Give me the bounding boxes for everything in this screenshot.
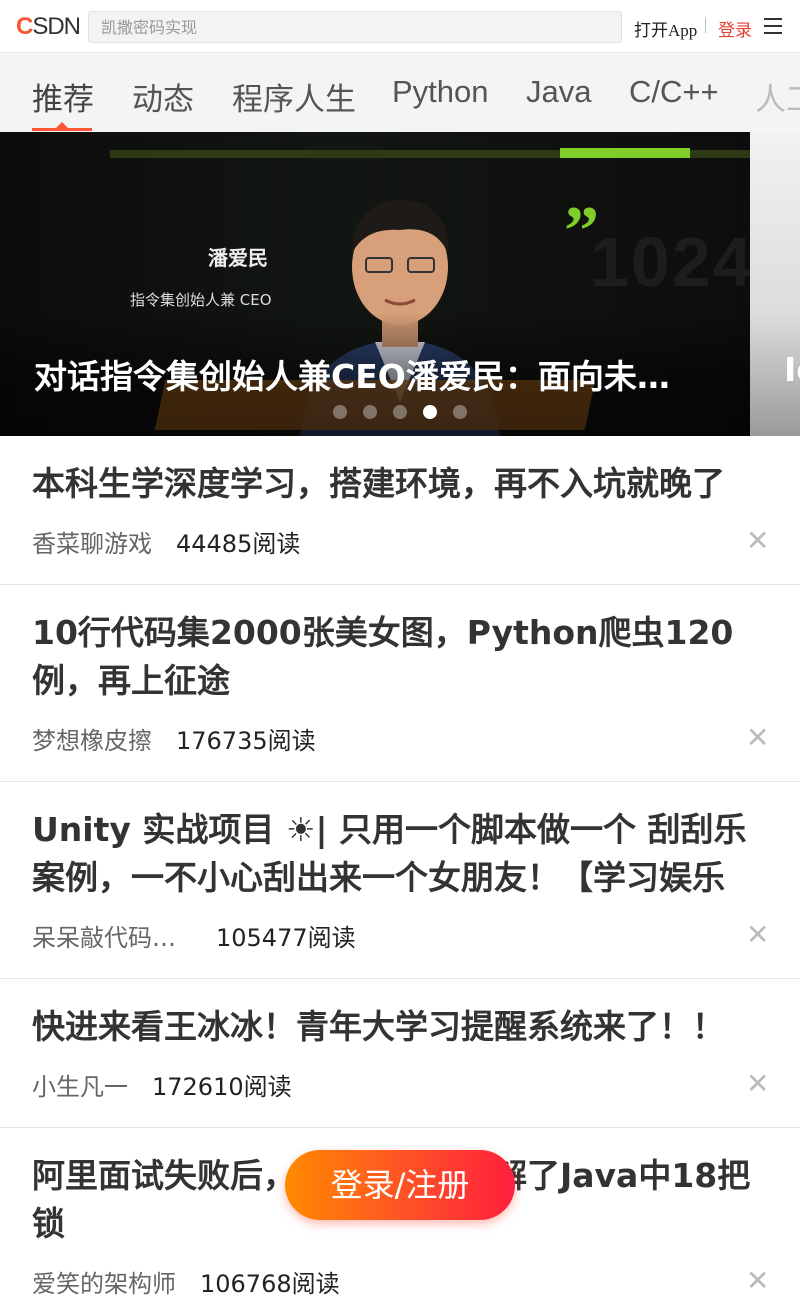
search-box[interactable] xyxy=(88,11,622,43)
next-banner-title[interactable]: Io xyxy=(784,350,800,389)
article-meta: 梦想橡皮擦 176735阅读 xyxy=(32,721,316,756)
list-item[interactable]: 本科生学深度学习，搭建环境，再不入坑就晚了 香菜聊游戏 44485阅读 ✕ xyxy=(0,436,800,585)
quote-mark-icon: ” xyxy=(564,193,599,270)
banner-person-name: 潘爱民 xyxy=(208,246,268,270)
banner-decoration xyxy=(560,148,690,158)
tab-python[interactable]: Python xyxy=(392,74,489,110)
tab-programmer-life[interactable]: 程序人生 xyxy=(232,74,356,119)
carousel-dot[interactable] xyxy=(333,405,347,419)
article-author[interactable]: 梦想橡皮擦 xyxy=(32,721,152,756)
article-reads: 176735阅读 xyxy=(176,727,316,755)
active-tab-underline xyxy=(32,128,92,131)
list-item[interactable]: 快进来看王冰冰！青年大学习提醒系统来了！！ 小生凡一 172610阅读 ✕ xyxy=(0,979,800,1128)
next-banner-slide[interactable] xyxy=(750,132,800,436)
banner-decoration: 1024 xyxy=(590,223,750,301)
tab-dynamic[interactable]: 动态 xyxy=(132,74,194,119)
tab-ai[interactable]: 人工 xyxy=(755,74,800,119)
tab-recommend[interactable]: 推荐 xyxy=(32,74,94,119)
banner-person-role: 指令集创始人兼 CEO xyxy=(130,291,272,309)
close-icon[interactable]: ✕ xyxy=(746,1067,769,1100)
csdn-logo[interactable]: CSDN xyxy=(16,13,81,41)
article-title[interactable]: Unity 实战项目 ☀| 只用一个脚本做一个 刮刮乐 案例，一不小心刮出来一个… xyxy=(32,806,768,902)
top-bar: CSDN 打开App 登录 xyxy=(0,0,800,53)
category-tabs: 推荐 动态 程序人生 Python Java C/C++ 人工 xyxy=(0,54,800,132)
article-meta: 呆呆敲代码… 105477阅读 xyxy=(32,918,356,953)
carousel-dot[interactable] xyxy=(363,405,377,419)
close-icon[interactable]: ✕ xyxy=(746,1264,769,1297)
list-item[interactable]: Unity 实战项目 ☀| 只用一个脚本做一个 刮刮乐 案例，一不小心刮出来一个… xyxy=(0,782,800,979)
article-meta: 小生凡一 172610阅读 xyxy=(32,1067,292,1102)
banner-carousel[interactable]: 1024 ” 潘爱民 指令集创始人兼 CEO 对话指令集创始人兼CEO潘爱民：面… xyxy=(0,132,800,436)
login-link[interactable]: 登录 xyxy=(718,16,752,41)
article-reads: 106768阅读 xyxy=(200,1270,340,1298)
tab-java[interactable]: Java xyxy=(526,74,591,110)
close-icon[interactable]: ✕ xyxy=(746,918,769,951)
open-app-link[interactable]: 打开App xyxy=(634,16,697,41)
article-reads: 44485阅读 xyxy=(176,530,301,558)
article-reads: 172610阅读 xyxy=(152,1073,292,1101)
carousel-dot[interactable] xyxy=(453,405,467,419)
menu-icon[interactable] xyxy=(764,18,782,34)
article-title[interactable]: 10行代码集2000张美女图，Python爬虫120例，再上征途 xyxy=(32,609,768,705)
article-author[interactable]: 小生凡一 xyxy=(32,1067,128,1102)
article-author[interactable]: 呆呆敲代码… xyxy=(32,918,176,953)
article-author[interactable]: 爱笑的架构师 xyxy=(32,1264,176,1299)
close-icon[interactable]: ✕ xyxy=(746,524,769,557)
login-register-button[interactable]: 登录/注册 xyxy=(285,1150,515,1220)
article-meta: 爱笑的架构师 106768阅读 xyxy=(32,1264,340,1299)
article-author[interactable]: 香菜聊游戏 xyxy=(32,524,152,559)
list-item[interactable]: 10行代码集2000张美女图，Python爬虫120例，再上征途 梦想橡皮擦 17… xyxy=(0,585,800,782)
search-input[interactable] xyxy=(89,12,621,42)
banner-title[interactable]: 对话指令集创始人兼CEO潘爱民：面向未… xyxy=(34,350,670,398)
divider xyxy=(705,18,706,33)
close-icon[interactable]: ✕ xyxy=(746,721,769,754)
article-meta: 香菜聊游戏 44485阅读 xyxy=(32,524,300,559)
carousel-dot[interactable] xyxy=(393,405,407,419)
carousel-dot-active[interactable] xyxy=(423,405,437,419)
article-title[interactable]: 快进来看王冰冰！青年大学习提醒系统来了！！ xyxy=(32,1003,768,1051)
article-title[interactable]: 本科生学深度学习，搭建环境，再不入坑就晚了 xyxy=(32,460,768,508)
banner-slide[interactable]: 1024 ” 潘爱民 指令集创始人兼 CEO 对话指令集创始人兼CEO潘爱民：面… xyxy=(0,132,750,436)
article-reads: 105477阅读 xyxy=(216,924,356,952)
tab-cpp[interactable]: C/C++ xyxy=(629,74,719,110)
